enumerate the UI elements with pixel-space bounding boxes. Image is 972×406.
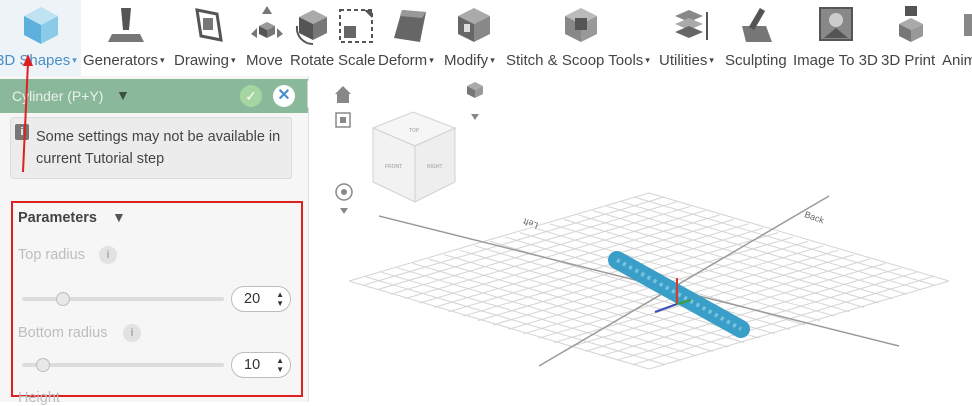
- tool-3d-print[interactable]: 3D Print: [881, 0, 941, 76]
- notice-text: Some settings may not be available in cu…: [36, 129, 281, 167]
- cancel-button[interactable]: ✕: [273, 85, 295, 107]
- grid-label-back: Back: [803, 209, 826, 225]
- tool-scale[interactable]: Scale: [338, 0, 376, 76]
- main-toolbar: 3D Shapes▾ Generators▾ Drawing▾ Move: [0, 0, 972, 77]
- parameters-title: Parameters: [18, 210, 97, 226]
- tool-image-to-3d-label: Image To 3D: [793, 52, 878, 69]
- bottom-radius-slider-thumb[interactable]: [36, 358, 51, 372]
- 3d-print-icon: [899, 6, 923, 42]
- sculpting-icon: [742, 7, 772, 42]
- move-icon: [251, 6, 283, 38]
- tool-utilities[interactable]: Utilities ▾: [659, 0, 723, 76]
- tool-deform[interactable]: Deform ▾: [378, 0, 442, 76]
- perspective-view-icon[interactable]: [467, 82, 483, 120]
- home-view-icon[interactable]: [335, 86, 351, 103]
- generator-icon: [108, 8, 144, 42]
- scale-icon: [339, 9, 373, 43]
- bottom-radius-stepper-icon[interactable]: ▲ ▼: [276, 356, 284, 374]
- height-label: Height: [18, 390, 60, 406]
- tool-animation[interactable]: Anim: [942, 0, 972, 76]
- tool-3d-print-label: 3D Print: [881, 52, 936, 69]
- top-radius-label: Top radius: [18, 247, 85, 263]
- image-to-3d-icon: [819, 7, 853, 41]
- tool-animation-label: Anim: [942, 52, 972, 69]
- parameters-collapse-icon[interactable]: ▼: [112, 209, 126, 225]
- utilities-icon: [675, 10, 708, 40]
- drawing-icon: [195, 8, 223, 42]
- grid-label-left: Left: [521, 216, 539, 231]
- top-radius-input[interactable]: 20 ▲ ▼: [231, 286, 291, 312]
- tool-scale-label: Scale: [338, 52, 376, 69]
- bottom-radius-value: 10: [244, 357, 261, 373]
- top-radius-slider[interactable]: [22, 292, 224, 306]
- top-radius-stepper-icon[interactable]: ▲ ▼: [276, 290, 284, 308]
- top-radius-slider-thumb[interactable]: [56, 292, 71, 306]
- parameters-section: Parameters ▼ Top radius i 20 ▲ ▼ Bottom r…: [11, 201, 303, 406]
- nav-cube-right-label: RIGHT: [427, 164, 443, 170]
- tool-move[interactable]: Move: [246, 0, 288, 76]
- tool-deform-label: Deform ▾: [378, 52, 434, 69]
- orbit-view-icon[interactable]: [335, 183, 353, 214]
- 3d-viewport[interactable]: Left Back TOP FRONT RIGHT: [309, 76, 972, 402]
- fit-view-icon[interactable]: [335, 112, 351, 128]
- tool-drawing-label: Drawing ▾: [174, 52, 236, 69]
- tutorial-arrow-icon: [22, 54, 33, 173]
- bottom-radius-input[interactable]: 10 ▲ ▼: [231, 352, 291, 378]
- deform-icon: [394, 10, 426, 42]
- modify-icon: [458, 8, 490, 42]
- tool-utilities-label: Utilities ▾: [659, 52, 714, 69]
- panel-collapse-caret-icon[interactable]: ▼: [116, 87, 130, 103]
- tool-image-to-3d[interactable]: Image To 3D: [793, 0, 879, 76]
- rotate-icon: [295, 10, 327, 46]
- tool-move-label: Move: [246, 52, 283, 69]
- tool-drawing[interactable]: Drawing ▾: [174, 0, 244, 76]
- navigation-cube[interactable]: TOP FRONT RIGHT: [371, 111, 457, 203]
- scene-canvas: Left Back TOP FRONT RIGHT: [335, 82, 950, 370]
- tool-rotate-label: Rotate: [290, 52, 335, 69]
- tool-stitch-scoop-label: Stitch & Scoop Tools ▾: [506, 52, 650, 69]
- tool-modify-label: Modify ▾: [444, 52, 495, 69]
- bottom-radius-info-icon[interactable]: i: [123, 324, 141, 342]
- tool-rotate[interactable]: Rotate: [290, 0, 336, 76]
- tool-sculpting[interactable]: Sculpting: [725, 0, 791, 76]
- nav-cube-top-label: TOP: [409, 128, 420, 134]
- animation-icon: [964, 14, 972, 36]
- top-radius-info-icon[interactable]: i: [99, 246, 117, 264]
- tool-sculpting-label: Sculpting: [725, 52, 787, 69]
- tool-generators[interactable]: Generators ▾: [83, 0, 169, 76]
- nav-cube-front-label: FRONT: [385, 164, 402, 170]
- tool-generators-label: Generators ▾: [83, 52, 165, 69]
- bottom-radius-slider[interactable]: [22, 358, 224, 372]
- stitch-scoop-icon: [565, 8, 597, 42]
- confirm-button[interactable]: ✓: [240, 85, 262, 107]
- top-radius-value: 20: [244, 291, 261, 307]
- tool-modify[interactable]: Modify ▾: [444, 0, 504, 76]
- tool-stitch-scoop[interactable]: Stitch & Scoop Tools ▾: [506, 0, 656, 76]
- bottom-radius-label: Bottom radius: [18, 325, 108, 341]
